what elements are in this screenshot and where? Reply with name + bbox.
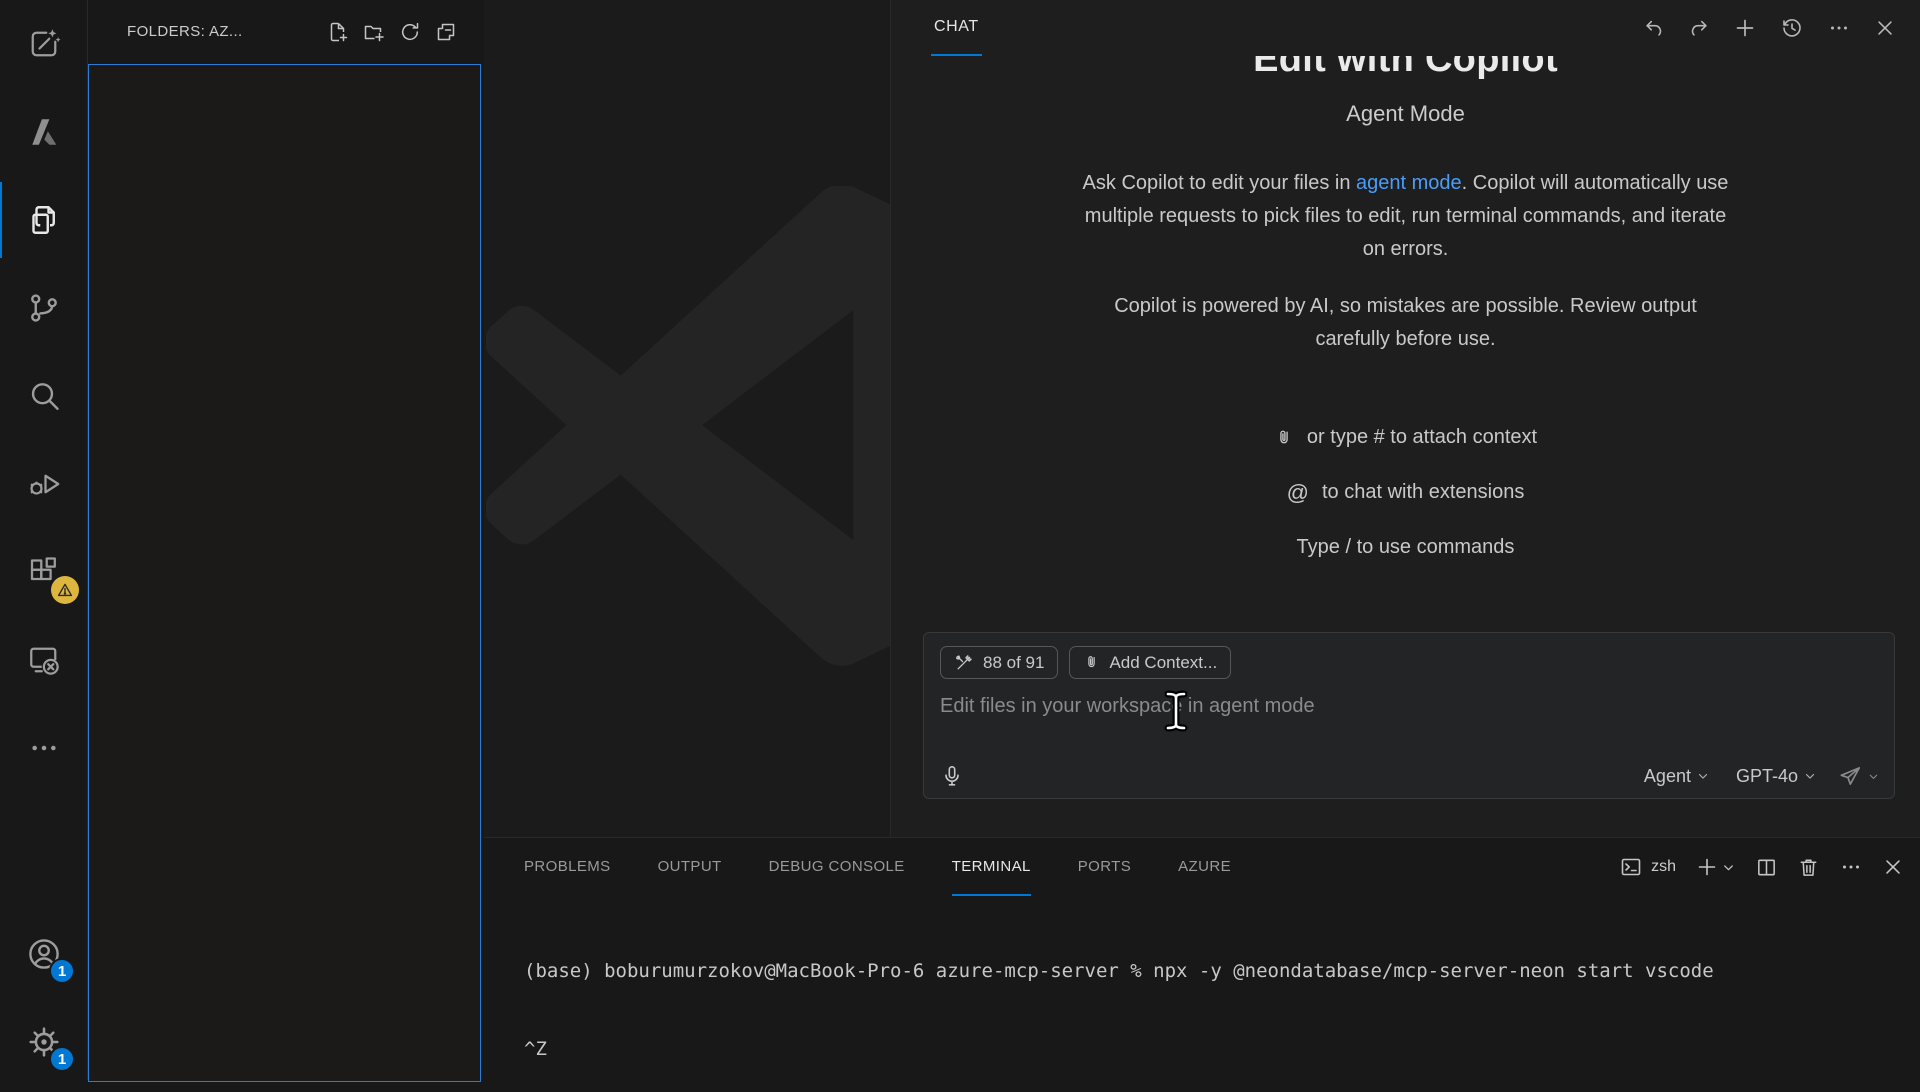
chevron-down-icon	[1721, 860, 1736, 875]
collapse-all-icon[interactable]	[434, 20, 458, 44]
plus-icon	[1695, 855, 1719, 879]
chat-subtitle: Agent Mode	[891, 101, 1920, 127]
tools-count-label: 88 of 91	[983, 653, 1044, 673]
remote-explorer-icon	[26, 642, 62, 678]
paperclip-icon	[1083, 653, 1100, 672]
activity-item-run-debug[interactable]	[0, 440, 87, 528]
activity-item-more[interactable]	[0, 704, 87, 792]
accounts-badge: 1	[49, 958, 75, 984]
bottom-panel: PROBLEMS OUTPUT DEBUG CONSOLE TERMINAL P…	[484, 837, 1920, 1080]
explorer-tree-empty[interactable]	[88, 64, 481, 1082]
close-icon[interactable]	[1874, 17, 1896, 39]
activity-item-source-control[interactable]	[0, 264, 87, 352]
editor-area[interactable]	[484, 0, 890, 837]
undo-icon[interactable]	[1643, 17, 1665, 39]
run-debug-icon	[26, 466, 62, 502]
sidebar-explorer: FOLDERS: AZ...	[88, 0, 484, 1080]
new-terminal-button[interactable]	[1695, 855, 1736, 879]
sidebar-title: FOLDERS: AZ...	[127, 23, 326, 40]
tools-button[interactable]: 88 of 91	[940, 646, 1058, 679]
tab-ports[interactable]: PORTS	[1078, 838, 1131, 896]
shell-label: zsh	[1651, 858, 1676, 876]
refresh-icon[interactable]	[398, 20, 422, 44]
chat-panel: CHAT	[890, 0, 1920, 837]
copilot-edits-icon	[26, 26, 62, 62]
add-context-label: Add Context...	[1109, 653, 1217, 673]
new-chat-icon[interactable]	[1733, 16, 1757, 40]
hint-extensions-text: to chat with extensions	[1322, 481, 1524, 504]
tab-chat[interactable]: CHAT	[931, 0, 982, 56]
paperclip-icon	[1274, 427, 1294, 449]
kill-terminal-icon[interactable]	[1797, 856, 1820, 879]
hint-commands: Type / to use commands	[891, 520, 1920, 575]
send-options-chevron-icon	[1867, 770, 1880, 783]
chat-paragraph-1: Ask Copilot to edit your files in agent …	[1076, 167, 1736, 266]
hint-attach-text: or type # to attach context	[1307, 426, 1537, 449]
settings-badge: 1	[49, 1046, 75, 1072]
terminal-instance-picker[interactable]: zsh	[1619, 855, 1676, 879]
hint-extensions: @ to chat with extensions	[891, 465, 1920, 520]
activity-item-azure[interactable]	[0, 88, 87, 176]
chat-p1-before: Ask Copilot to edit your files in	[1083, 172, 1356, 194]
chevron-down-icon	[1803, 769, 1817, 783]
explorer-icon	[26, 202, 62, 238]
terminal-line: ^Z	[524, 1036, 1920, 1062]
chat-input-field[interactable]: Edit files in your workspace in agent mo…	[940, 695, 1878, 718]
split-terminal-icon[interactable]	[1755, 856, 1778, 879]
model-picker[interactable]: GPT-4o	[1736, 766, 1817, 787]
terminal-icon	[1619, 855, 1643, 879]
terminal-output[interactable]: (base) boburumurzokov@MacBook-Pro-6 azur…	[484, 906, 1920, 1092]
chat-paragraph-2: Copilot is powered by AI, so mistakes ar…	[1106, 290, 1706, 356]
close-panel-icon[interactable]	[1882, 856, 1904, 878]
chat-welcome: Edit with Copilot Agent Mode Ask Copilot…	[891, 56, 1920, 621]
chevron-down-icon	[1696, 769, 1710, 783]
activity-item-copilot-edits[interactable]	[0, 0, 87, 88]
chat-input-container[interactable]: 88 of 91 Add Context... Edit files in yo…	[923, 632, 1895, 799]
terminal-line: (base) boburumurzokov@MacBook-Pro-6 azur…	[524, 958, 1920, 984]
send-icon	[1837, 763, 1863, 789]
panel-header: PROBLEMS OUTPUT DEBUG CONSOLE TERMINAL P…	[484, 838, 1920, 896]
new-file-icon[interactable]	[326, 20, 350, 44]
mode-label: Agent	[1644, 766, 1691, 787]
source-control-icon	[26, 290, 62, 326]
more-icon	[28, 732, 60, 764]
search-icon	[26, 378, 62, 414]
tab-problems[interactable]: PROBLEMS	[524, 838, 611, 896]
activity-item-extensions[interactable]	[0, 528, 87, 616]
accounts-button[interactable]: 1	[0, 910, 87, 998]
agent-mode-link[interactable]: agent mode	[1356, 172, 1462, 194]
sidebar-header: FOLDERS: AZ...	[88, 0, 484, 63]
activity-item-search[interactable]	[0, 352, 87, 440]
more-icon[interactable]	[1827, 16, 1851, 40]
extensions-warning-badge	[51, 576, 79, 604]
activity-item-explorer[interactable]	[0, 176, 87, 264]
mode-picker[interactable]: Agent	[1644, 766, 1710, 787]
hint-attach-context: or type # to attach context	[891, 410, 1920, 465]
tab-terminal[interactable]: TERMINAL	[952, 838, 1031, 896]
send-button[interactable]	[1837, 763, 1880, 789]
azure-icon	[26, 114, 62, 150]
tools-icon	[954, 653, 974, 673]
history-icon[interactable]	[1780, 16, 1804, 40]
add-context-button[interactable]: Add Context...	[1069, 646, 1231, 679]
activity-item-remote-explorer[interactable]	[0, 616, 87, 704]
tab-output[interactable]: OUTPUT	[658, 838, 722, 896]
tab-azure[interactable]: AZURE	[1178, 838, 1231, 896]
at-sign-icon: @	[1287, 480, 1309, 506]
new-folder-icon[interactable]	[362, 20, 386, 44]
redo-icon[interactable]	[1688, 17, 1710, 39]
activity-bar: 1 1	[0, 0, 88, 1080]
more-icon[interactable]	[1839, 855, 1863, 879]
chat-title: Edit with Copilot	[891, 56, 1920, 81]
settings-button[interactable]: 1	[0, 998, 87, 1086]
model-label: GPT-4o	[1736, 766, 1798, 787]
microphone-icon[interactable]	[940, 763, 964, 789]
chat-panel-header: CHAT	[891, 0, 1920, 56]
vscode-logo-watermark	[486, 186, 890, 676]
tab-debug-console[interactable]: DEBUG CONSOLE	[769, 838, 905, 896]
hint-commands-text: Type / to use commands	[1297, 536, 1515, 559]
